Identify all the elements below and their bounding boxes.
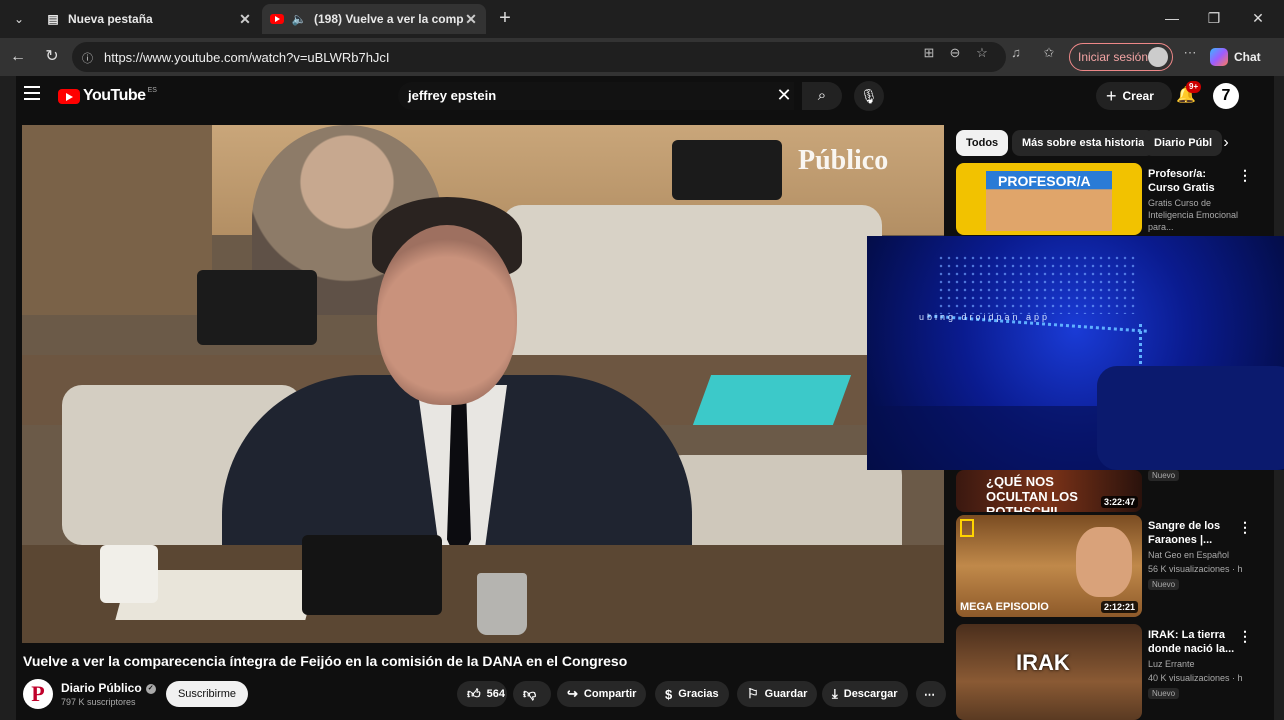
favorite-star-icon[interactable]: ☆ [973, 44, 991, 62]
more-actions-button[interactable]: ⋯ [916, 681, 946, 707]
tab-new-tab[interactable]: ▤ Nueva pestaña ✕ [38, 4, 260, 34]
browser-tab-strip: ⌄ ▤ Nueva pestaña ✕ 🔈 (198) Vuelve a ver… [0, 0, 1284, 38]
subscribe-button[interactable]: Suscribirme [166, 681, 248, 707]
tab-actions-icon[interactable]: ⌄ [8, 8, 30, 30]
list-item[interactable]: ¿QUÉ NOS OCULTAN LOS ROTHSCHIL 3:22:47 N… [956, 470, 1256, 512]
profile-avatar [1148, 47, 1168, 67]
dislike-button[interactable]: 👎︎ [513, 681, 551, 707]
youtube-masthead: YouTube ES jeffrey epstein ✕ ⌕ 🎙 + Crear… [16, 76, 1274, 116]
close-window-icon[interactable]: ✕ [1238, 6, 1278, 30]
list-item[interactable]: IRAK IRAK: La tierra donde nació la... L… [956, 624, 1256, 720]
video-thumbnail[interactable]: IRAK [956, 624, 1142, 720]
rec-title: IRAK: La tierra donde nació la... [1148, 629, 1235, 655]
thanks-button[interactable]: $ Gracias [655, 681, 729, 707]
rec-meta: Gratis Curso de Inteligencia Emocional p… [1148, 198, 1239, 232]
list-item[interactable]: MEGA EPISODIO 2:12:21 Sangre de los Fara… [956, 515, 1256, 617]
share-icon: ↪ [567, 686, 578, 701]
chat-label: Chat [1234, 50, 1261, 64]
save-button[interactable]: ⚐ Guardar [737, 681, 818, 707]
address-bar[interactable]: ⓘ https://www.youtube.com/watch?v=uBLWRb… [72, 42, 1006, 72]
related-filter-chips: Todos Más sobre esta historia Diario Púb… [956, 130, 1224, 156]
rec-channel: Luz Errante [1148, 659, 1195, 669]
bookmark-icon: ⚐ [747, 686, 759, 701]
share-button[interactable]: ↪ Compartir [557, 681, 647, 707]
page-icon: ▤ [47, 12, 59, 26]
new-tab-button[interactable]: + [494, 8, 516, 30]
clear-search-icon[interactable]: ✕ [774, 85, 794, 105]
overlay-text: ubing droidpan app [919, 312, 1051, 322]
tab-youtube[interactable]: 🔈 (198) Vuelve a ver la comparec ✕ [262, 4, 486, 34]
rec-title: Sangre de los Faraones |... [1148, 520, 1221, 546]
rec-views: 56 K visualizaciones · h [1148, 564, 1243, 574]
chip-more-story[interactable]: Más sobre esta historia [1012, 130, 1155, 156]
create-button[interactable]: + Crear [1096, 82, 1172, 110]
chip-all[interactable]: Todos [956, 130, 1009, 156]
speaker-icon[interactable]: 🔈 [292, 12, 307, 26]
tab-title: (198) Vuelve a ver la comparec [314, 12, 464, 26]
minimize-icon[interactable]: — [1152, 6, 1192, 30]
search-input[interactable]: jeffrey epstein [398, 82, 794, 110]
restore-icon[interactable]: ❐ [1194, 6, 1234, 30]
close-tab-icon[interactable]: ✕ [238, 11, 252, 28]
browser-toolbar: ← ↻ ⓘ https://www.youtube.com/watch?v=uB… [0, 38, 1284, 76]
menu-icon[interactable] [24, 86, 40, 100]
more-options-icon[interactable]: ⋯ [1181, 44, 1199, 62]
url-text: https://www.youtube.com/watch?v=uBLWRb7h… [104, 49, 390, 65]
media-control-icon[interactable]: ♫ [1007, 44, 1025, 62]
zoom-icon[interactable]: ⊖ [946, 44, 964, 62]
video-thumbnail[interactable]: ¿QUÉ NOS OCULTAN LOS ROTHSCHIL 3:22:47 [956, 470, 1142, 512]
thumbs-down-icon: 👎︎ [523, 686, 537, 701]
download-icon: ⤓ [832, 686, 838, 701]
close-tab-icon[interactable]: ✕ [464, 11, 478, 28]
back-icon[interactable]: ← [6, 45, 30, 69]
plus-icon: + [1106, 85, 1117, 106]
rec-views: 40 K visualizaciones · h [1148, 673, 1243, 683]
copilot-chat-button[interactable]: Chat [1210, 45, 1274, 69]
app-available-icon[interactable]: ⊞ [920, 44, 938, 62]
more-icon[interactable]: ⋮ [1238, 628, 1252, 645]
account-avatar[interactable]: 7 [1213, 83, 1239, 109]
site-info-icon[interactable]: ⓘ [82, 50, 96, 65]
thanks-icon: $ [665, 686, 673, 702]
channel-name[interactable]: Diario Público ✓ [61, 681, 156, 695]
chevron-right-icon[interactable]: › [1216, 130, 1236, 156]
video-thumbnail[interactable]: PROFESOR/A [956, 163, 1142, 235]
voice-search-icon[interactable]: 🎙 [854, 81, 884, 111]
channel-avatar[interactable]: P [23, 679, 53, 709]
copilot-icon [1210, 48, 1228, 66]
floating-video-overlay[interactable]: ubing droidpan app [867, 236, 1284, 470]
video-title: Vuelve a ver la comparecencia íntegra de… [23, 653, 628, 669]
more-icon[interactable]: ⋮ [1238, 519, 1252, 536]
like-button[interactable]: 👍︎ 564 [457, 681, 507, 707]
youtube-favicon-icon [270, 12, 284, 26]
search-button[interactable]: ⌕ [802, 82, 842, 110]
favorites-icon[interactable]: ✩ [1040, 44, 1058, 62]
youtube-logo[interactable]: YouTube ES [58, 87, 157, 105]
reload-icon[interactable]: ↻ [40, 45, 64, 69]
download-button[interactable]: ⤓ Descargar [822, 681, 908, 707]
list-item[interactable]: PROFESOR/A Profesor/a: Curso Gratis Grat… [956, 163, 1256, 235]
tab-title: Nueva pestaña [68, 12, 153, 26]
thumbs-up-icon: 👍︎ [467, 686, 481, 701]
subscriber-count: 797 K suscriptores [61, 697, 136, 707]
notification-badge: 9+ [1186, 81, 1202, 93]
signin-label: Iniciar sesión [1078, 50, 1149, 64]
rec-channel: Nat Geo en Español [1148, 550, 1230, 560]
chip-channel[interactable]: Diario Públ [1144, 130, 1223, 156]
youtube-play-icon [58, 88, 80, 104]
signin-button[interactable]: Iniciar sesión [1069, 43, 1173, 71]
rec-title: Profesor/a: Curso Gratis [1148, 168, 1215, 194]
video-thumbnail[interactable]: MEGA EPISODIO 2:12:21 [956, 515, 1142, 617]
verified-icon: ✓ [145, 683, 156, 694]
more-icon[interactable]: ⋮ [1238, 167, 1252, 184]
publico-watermark: Público [798, 145, 889, 176]
video-player[interactable]: Público [22, 125, 944, 643]
